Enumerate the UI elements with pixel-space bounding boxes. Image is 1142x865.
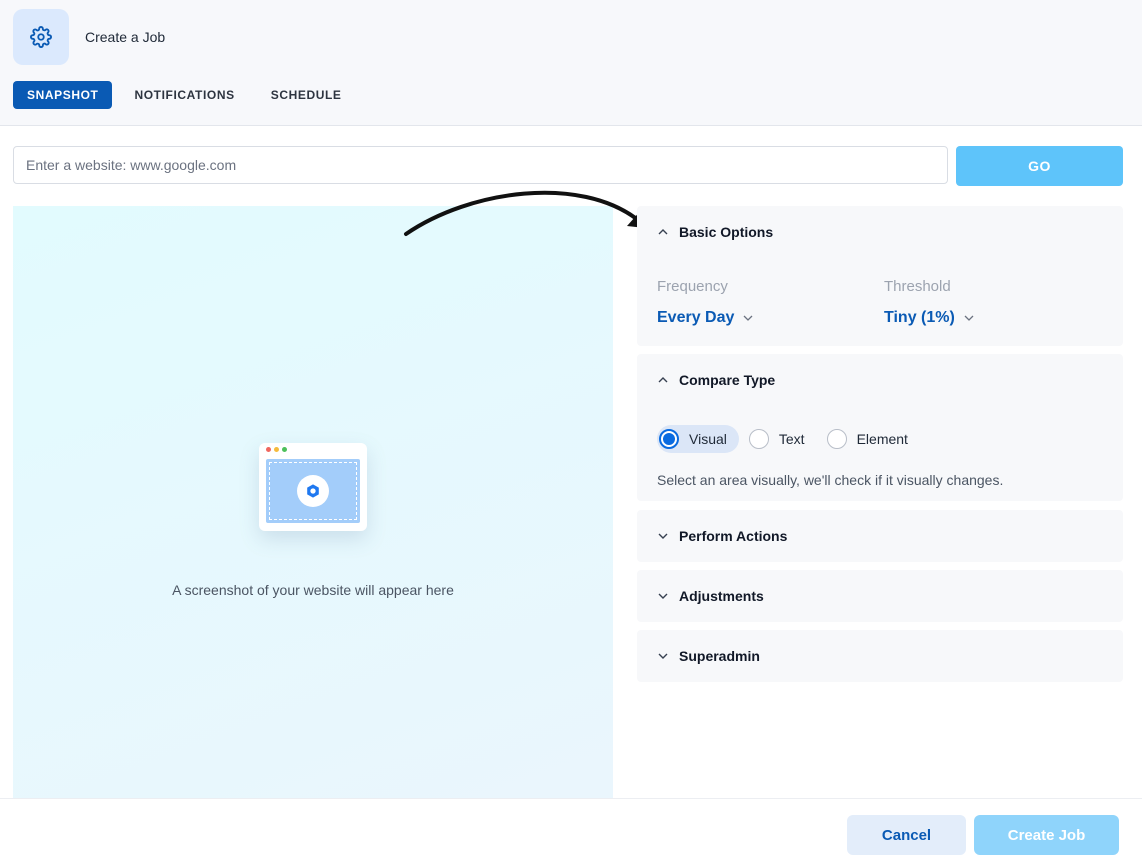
- chevron-down-icon: [658, 533, 668, 539]
- radio-text-label: Text: [778, 431, 805, 447]
- perform-actions-panel: Perform Actions: [637, 510, 1123, 562]
- threshold-label: Threshold: [884, 278, 951, 295]
- frequency-value: Every Day: [657, 309, 735, 326]
- page-title: Create a Job: [85, 29, 166, 45]
- radio-visual-label: Visual: [689, 431, 727, 447]
- radio-text[interactable]: Text: [747, 425, 817, 453]
- compare-type-panel: Compare Type Visual Text Element Select …: [637, 354, 1123, 501]
- radio-button: [748, 429, 769, 449]
- chevron-down-icon: [743, 315, 753, 321]
- go-button[interactable]: GO: [956, 146, 1123, 186]
- preview-caption: A screenshot of your website will appear…: [172, 582, 454, 598]
- radio-element[interactable]: Element: [825, 425, 920, 453]
- camera-icon: [297, 475, 329, 507]
- basic-options-panel: Basic Options Frequency Every Day Thresh…: [637, 206, 1123, 346]
- radio-button: [659, 429, 679, 449]
- green-dot: [282, 447, 287, 452]
- basic-options-header[interactable]: Basic Options: [637, 206, 1123, 258]
- chevron-down-icon: [964, 315, 974, 321]
- threshold-value: Tiny (1%): [884, 309, 955, 326]
- tab-snapshot[interactable]: SNAPSHOT: [13, 81, 113, 109]
- threshold-select[interactable]: Tiny (1%): [884, 309, 975, 327]
- chevron-down-icon: [658, 593, 668, 599]
- illustration-screen: [266, 459, 360, 523]
- perform-actions-title: Perform Actions: [679, 528, 788, 544]
- chevron-down-icon: [658, 653, 668, 659]
- compare-type-description: Select an area visually, we'll check if …: [657, 472, 1004, 488]
- tab-bar: SNAPSHOT NOTIFICATIONS SCHEDULE: [13, 81, 364, 109]
- create-job-button[interactable]: Create Job: [974, 815, 1119, 855]
- gear-icon: [30, 26, 52, 48]
- window-dots: [266, 447, 287, 452]
- header: Create a Job SNAPSHOT NOTIFICATIONS SCHE…: [0, 0, 1142, 126]
- superadmin-panel: Superadmin: [637, 630, 1123, 682]
- compare-type-title: Compare Type: [679, 372, 776, 388]
- compare-type-radio-group: Visual Text Element: [657, 425, 928, 453]
- tab-notifications[interactable]: NOTIFICATIONS: [120, 81, 248, 109]
- radio-button: [826, 429, 847, 449]
- app-logo: [13, 9, 69, 65]
- frequency-label: Frequency: [657, 278, 728, 295]
- screenshot-preview-area: A screenshot of your website will appear…: [13, 206, 613, 799]
- browser-illustration: [259, 443, 367, 531]
- radio-visual[interactable]: Visual: [657, 425, 739, 453]
- adjustments-panel: Adjustments: [637, 570, 1123, 622]
- perform-actions-header[interactable]: Perform Actions: [637, 510, 1123, 562]
- superadmin-title: Superadmin: [679, 648, 760, 664]
- website-url-input[interactable]: [13, 146, 948, 184]
- compare-type-header[interactable]: Compare Type: [637, 354, 1123, 406]
- tab-schedule[interactable]: SCHEDULE: [257, 81, 356, 109]
- curved-arrow-icon: [404, 190, 653, 236]
- superadmin-header[interactable]: Superadmin: [637, 630, 1123, 682]
- frequency-select[interactable]: Every Day: [657, 309, 754, 327]
- red-dot: [266, 447, 271, 452]
- adjustments-title: Adjustments: [679, 588, 764, 604]
- cancel-button[interactable]: Cancel: [847, 815, 966, 855]
- yellow-dot: [274, 447, 279, 452]
- footer: Cancel Create Job: [0, 798, 1142, 865]
- chevron-up-icon: [658, 377, 668, 383]
- adjustments-header[interactable]: Adjustments: [637, 570, 1123, 622]
- radio-element-label: Element: [856, 431, 908, 447]
- chevron-up-icon: [658, 229, 668, 235]
- basic-options-title: Basic Options: [679, 224, 774, 240]
